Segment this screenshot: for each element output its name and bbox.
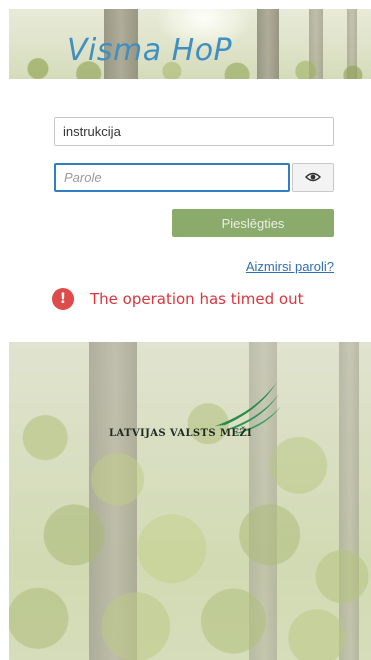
eye-icon (305, 169, 321, 187)
show-password-button[interactable] (292, 163, 334, 192)
exclamation-icon: ! (52, 288, 74, 310)
lvm-logo: LATVIJAS VALSTS MEŽI (97, 378, 287, 448)
forgot-password-link[interactable]: Aizmirsi paroli? (246, 259, 334, 274)
app-title: Visma HoP (67, 33, 233, 68)
logo-text: LATVIJAS VALSTS MEŽI (109, 428, 253, 439)
password-input[interactable] (54, 163, 290, 192)
error-text: The operation has timed out (90, 290, 304, 308)
error-message: ! The operation has timed out (52, 287, 303, 311)
username-input[interactable] (54, 117, 334, 146)
login-button[interactable]: Pieslēgties (172, 209, 334, 237)
login-page: Visma HoP Pieslēgties Aizmirsi paroli? !… (0, 0, 371, 660)
